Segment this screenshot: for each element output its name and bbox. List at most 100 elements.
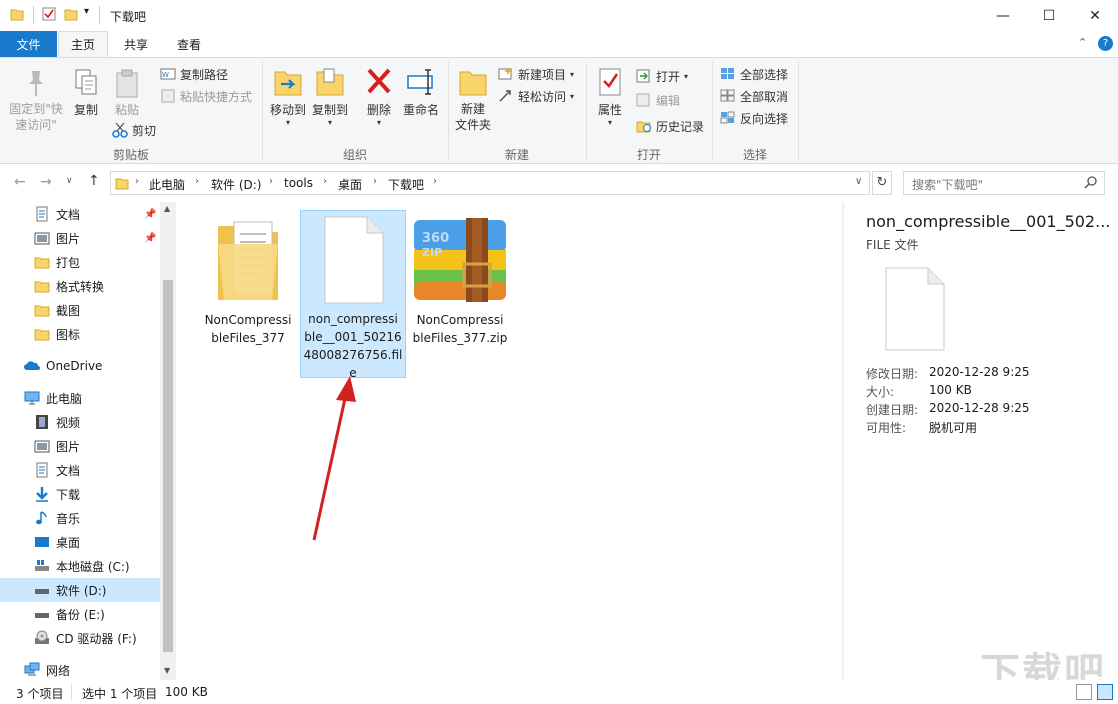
nav-item-format-convert[interactable]: 格式转换 (0, 274, 160, 298)
details-pane: non_compressible__001_502... FILE 文件 修改日… (843, 202, 1118, 696)
forward-icon[interactable]: → (40, 174, 52, 190)
breadcrumb-desktop[interactable]: 桌面 (338, 176, 362, 193)
status-bar: 3 个项目 选中 1 个项目 100 KB (0, 680, 1118, 704)
refresh-icon[interactable]: ↻ (872, 171, 892, 195)
paste-button[interactable]: 粘贴 (110, 68, 144, 118)
nav-item-drive-e[interactable]: 备份 (E:) (0, 602, 160, 626)
nav-item-drive-c[interactable]: 本地磁盘 (C:) (0, 554, 160, 578)
new-item-button[interactable]: 新建项目 ▾ (498, 64, 574, 84)
close-button[interactable]: ✕ (1072, 0, 1118, 31)
file-name-line: bleFiles_377.zip (412, 331, 508, 345)
address-bar-row: ← → ∨ ↑ › 此电脑 › 软件 (D:) › tools › 桌面 › 下… (0, 164, 1118, 202)
file-item-folder[interactable]: NonCompressi bleFiles_377 (200, 212, 296, 360)
breadcrumb-separator-icon[interactable]: › (269, 176, 273, 187)
nav-item-music[interactable]: 音乐 (0, 506, 160, 530)
pictures-icon (34, 232, 50, 245)
large-icons-view-icon[interactable] (1097, 684, 1113, 700)
nav-item-network[interactable]: 网络 (0, 658, 160, 682)
delete-button[interactable]: 删除 ▾ (362, 66, 396, 127)
breadcrumb-separator-icon[interactable]: › (433, 176, 437, 187)
folder-icon (34, 257, 50, 269)
breadcrumb-xiazaiba[interactable]: 下载吧 (388, 176, 424, 193)
recent-locations-icon[interactable]: ∨ (66, 176, 73, 186)
tab-share[interactable]: 共享 (112, 31, 160, 57)
breadcrumb-separator-icon[interactable]: › (135, 176, 139, 187)
nav-item-documents[interactable]: 文档 (0, 458, 160, 482)
dropdown-arrow-icon: ▾ (376, 118, 381, 127)
customize-toolbar-icon[interactable]: ▾ (84, 6, 89, 17)
nav-item-quick-pictures[interactable]: 图片 📌 (0, 226, 160, 250)
copy-path-button[interactable]: W 复制路径 (160, 64, 228, 84)
breadcrumb-tools[interactable]: tools (284, 176, 313, 190)
invert-selection-button[interactable]: 反向选择 (720, 108, 788, 128)
tab-file[interactable]: 文件 (0, 31, 57, 57)
breadcrumb-separator-icon[interactable]: › (373, 176, 377, 187)
open-button[interactable]: 打开 ▾ (636, 66, 688, 86)
nav-item-onedrive[interactable]: OneDrive (0, 354, 160, 378)
properties-icon[interactable] (42, 7, 56, 24)
nav-item-pictures[interactable]: 图片 (0, 434, 160, 458)
tab-view[interactable]: 查看 (164, 31, 214, 57)
pin-icon[interactable]: 📌 (144, 233, 156, 244)
file-item-selected[interactable]: non_compressi ble__001_50216 48008276756… (300, 210, 406, 380)
tab-home[interactable]: 主页 (58, 31, 108, 57)
scroll-thumb[interactable] (163, 280, 173, 652)
collapse-ribbon-icon[interactable]: ⌃ (1078, 36, 1087, 49)
nav-item-this-pc[interactable]: 此电脑 (0, 386, 160, 410)
rename-button[interactable]: 重命名 (400, 66, 442, 118)
cut-button[interactable]: 剪切 (112, 120, 156, 140)
breadcrumb-separator-icon[interactable]: › (323, 176, 327, 187)
scroll-down-icon[interactable]: ▼ (164, 666, 170, 675)
easy-access-icon (499, 90, 511, 102)
back-icon[interactable]: ← (14, 174, 26, 190)
copy-path-icon: W (160, 68, 176, 80)
paste-shortcut-button[interactable]: 粘贴快捷方式 (160, 86, 252, 106)
nav-item-drive-d[interactable]: 软件 (D:) (0, 578, 160, 602)
nav-item-icons[interactable]: 图标 (0, 322, 160, 346)
divider (33, 6, 34, 24)
nav-item-quick-documents[interactable]: 文档 📌 (0, 202, 160, 226)
breadcrumb-this-pc[interactable]: 此电脑 (149, 176, 185, 193)
folder-with-documents-icon (218, 221, 278, 300)
search-input[interactable]: 搜索"下载吧" (903, 171, 1105, 195)
select-none-button[interactable]: 全部取消 (720, 86, 788, 106)
properties-button[interactable]: 属性 ▾ (592, 66, 628, 127)
help-icon[interactable]: ? (1098, 36, 1113, 51)
desktop-icon (35, 537, 49, 547)
new-folder-icon[interactable] (64, 7, 78, 24)
pin-icon[interactable]: 📌 (144, 209, 156, 220)
scroll-up-icon[interactable]: ▲ (164, 204, 170, 213)
new-item-icon (498, 68, 512, 80)
move-to-button[interactable]: 移动到 ▾ (266, 66, 310, 127)
search-icon[interactable] (1084, 175, 1098, 192)
address-dropdown-icon[interactable]: ∨ (855, 176, 862, 187)
nav-item-downloads[interactable]: 下载 (0, 482, 160, 506)
nav-item-drive-f[interactable]: CD 驱动器 (F:) (0, 626, 160, 650)
nav-scrollbar[interactable]: ▲ ▼ (160, 202, 176, 680)
address-box[interactable]: › 此电脑 › 软件 (D:) › tools › 桌面 › 下载吧 › ∨ (110, 171, 870, 195)
breadcrumb-separator-icon[interactable]: › (195, 176, 199, 187)
copy-button[interactable]: 复制 (70, 68, 102, 118)
up-icon[interactable]: ↑ (88, 173, 100, 189)
cd-drive-icon (35, 630, 49, 644)
pin-quick-access-button[interactable]: 固定到"快速访问" (6, 68, 66, 133)
nav-item-videos[interactable]: 视频 (0, 410, 160, 434)
details-view-icon[interactable] (1076, 684, 1092, 700)
status-divider (71, 684, 72, 700)
download-icon (36, 487, 48, 502)
maximize-button[interactable]: ☐ (1026, 0, 1072, 31)
new-folder-button[interactable]: 新建 文件夹 (452, 66, 494, 133)
breadcrumb-drive-d[interactable]: 软件 (D:) (211, 176, 261, 193)
edit-button[interactable]: 编辑 (636, 90, 680, 110)
file-name-line: bleFiles_377 (211, 331, 285, 345)
select-all-button[interactable]: 全部选择 (720, 64, 788, 84)
minimize-button[interactable]: — (980, 0, 1026, 31)
nav-item-screenshots[interactable]: 截图 (0, 298, 160, 322)
easy-access-button[interactable]: 轻松访问 ▾ (498, 86, 574, 106)
history-button[interactable]: 历史记录 (636, 116, 704, 136)
nav-item-pack[interactable]: 打包 (0, 250, 160, 274)
copy-to-button[interactable]: 复制到 ▾ (308, 66, 352, 127)
nav-item-desktop[interactable]: 桌面 (0, 530, 160, 554)
blank-file-icon (324, 216, 384, 304)
file-item-zip[interactable]: 360 ZIP NonCompressi bleFiles_377.zip (410, 212, 510, 360)
